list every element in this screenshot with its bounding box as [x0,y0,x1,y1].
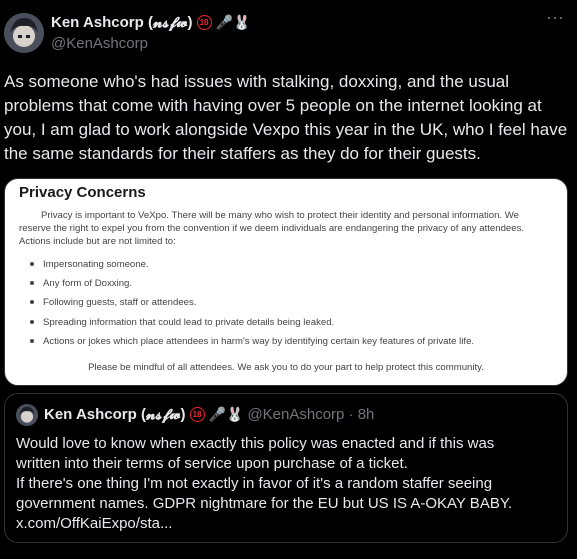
image-title: Privacy Concerns [19,184,146,201]
tweet-text: As someone who's had issues with stalkin… [4,72,568,163]
age-18-badge-icon: 18 [196,14,212,30]
image-footer-text: Please be mindful of all attendees. We a… [88,362,484,373]
quoted-link[interactable]: x.com/OffKaiExpo/sta... [16,514,556,534]
list-item: Following guests, staff or attendees. [27,296,547,315]
image-bullet-list: Impersonating someone. Any form of Doxxi… [27,258,547,354]
list-item: Spreading information that could lead to… [27,316,547,335]
author-name[interactable]: Ken Ashcorp (𝓷𝓼𝓯𝔀) [51,14,193,31]
list-item: Any form of Doxxing. [27,277,547,296]
more-options-icon[interactable]: ··· [545,8,565,30]
quoted-tweet[interactable]: Ken Ashcorp (𝓷𝓼𝓯𝔀) 18 🎤🐰 @KenAshcorp · 8… [4,393,568,543]
quoted-handle-time[interactable]: @KenAshcorp · 8h [247,406,374,423]
quoted-text-line: If there's one thing I'm not exactly in … [16,475,493,492]
author-name-row[interactable]: Ken Ashcorp (𝓷𝓼𝓯𝔀) 18 🎤🐰 [51,12,250,32]
microphone-rabbit-emoji: 🎤🐰 [208,406,244,422]
author-avatar[interactable] [4,13,44,53]
author-handle[interactable]: @KenAshcorp [51,35,148,52]
quoted-author-name[interactable]: Ken Ashcorp (𝓷𝓼𝓯𝔀) [44,406,186,423]
list-item: Actions or jokes which place attendees i… [27,335,547,354]
list-item: Impersonating someone. [27,258,547,277]
quoted-header: Ken Ashcorp (𝓷𝓼𝓯𝔀) 18 🎤🐰 @KenAshcorp · 8… [44,406,374,423]
quoted-text-line: government names. GDPR nightmare for the… [16,495,513,512]
quoted-text-line: written into their terms of service upon… [16,455,408,472]
quoted-author-avatar[interactable] [16,404,38,426]
microphone-rabbit-emoji: 🎤🐰 [215,13,251,30]
attached-image[interactable]: Privacy Concerns Privacy is important to… [4,178,568,386]
image-intro-text: Privacy is important to VeXpo. There wil… [19,210,525,247]
quoted-text-line: Would love to know when exactly this pol… [16,435,495,452]
quoted-tweet-text: Would love to know when exactly this pol… [16,434,556,534]
age-18-badge-icon: 18 [189,407,205,422]
